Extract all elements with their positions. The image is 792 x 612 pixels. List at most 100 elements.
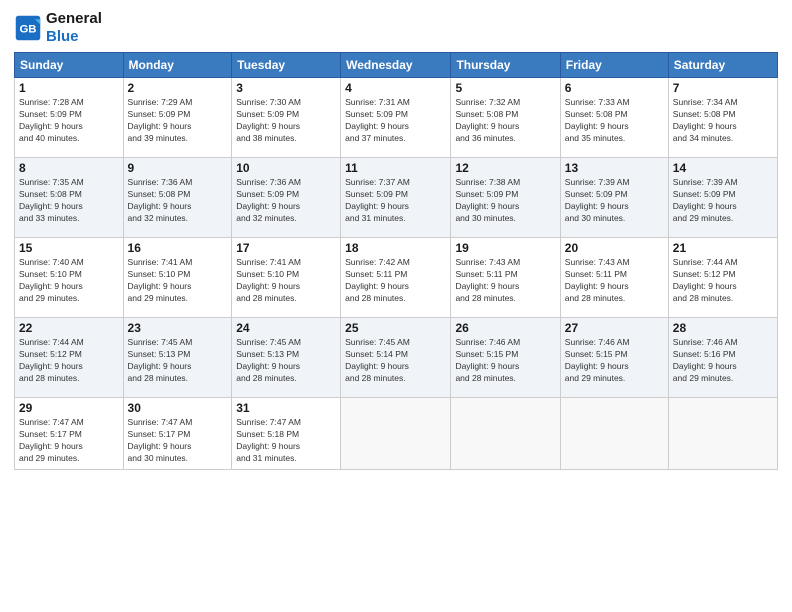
day-number: 25 (345, 321, 446, 335)
calendar-day-cell: 30 Sunrise: 7:47 AM Sunset: 5:17 PM Dayli… (123, 398, 232, 470)
calendar-week-row: 1 Sunrise: 7:28 AM Sunset: 5:09 PM Daylig… (15, 78, 778, 158)
day-info: Sunrise: 7:44 AM Sunset: 5:12 PM Dayligh… (673, 257, 773, 305)
day-number: 9 (128, 161, 228, 175)
calendar-day-cell: 18 Sunrise: 7:42 AM Sunset: 5:11 PM Dayli… (341, 238, 451, 318)
calendar-week-row: 29Sunrise: 7:47 AM Sunset: 5:17 PM Dayli… (15, 398, 778, 470)
calendar-day-cell: 10 Sunrise: 7:36 AM Sunset: 5:09 PM Dayli… (232, 158, 341, 238)
day-info: Sunrise: 7:47 AM Sunset: 5:17 PM Dayligh… (19, 417, 119, 465)
day-number: 2 (128, 81, 228, 95)
day-info: Sunrise: 7:42 AM Sunset: 5:11 PM Dayligh… (345, 257, 446, 305)
calendar-day-cell: 16 Sunrise: 7:41 AM Sunset: 5:10 PM Dayli… (123, 238, 232, 318)
day-number: 1 (19, 81, 119, 95)
calendar-day-cell: 28 Sunrise: 7:46 AM Sunset: 5:16 PM Dayli… (668, 318, 777, 398)
calendar-day-cell: 26 Sunrise: 7:46 AM Sunset: 5:15 PM Dayli… (451, 318, 560, 398)
day-info: Sunrise: 7:46 AM Sunset: 5:15 PM Dayligh… (455, 337, 555, 385)
weekday-header-sunday: Sunday (15, 53, 124, 78)
day-number: 3 (236, 81, 336, 95)
calendar-day-cell: 7Sunrise: 7:34 AM Sunset: 5:08 PM Daylig… (668, 78, 777, 158)
calendar-week-row: 15Sunrise: 7:40 AM Sunset: 5:10 PM Dayli… (15, 238, 778, 318)
calendar-day-cell: 29Sunrise: 7:47 AM Sunset: 5:17 PM Dayli… (15, 398, 124, 470)
calendar-day-cell: 11Sunrise: 7:37 AM Sunset: 5:09 PM Dayli… (341, 158, 451, 238)
day-info: Sunrise: 7:44 AM Sunset: 5:12 PM Dayligh… (19, 337, 119, 385)
day-number: 19 (455, 241, 555, 255)
logo: GB General Blue (14, 10, 102, 46)
calendar-day-cell: 17 Sunrise: 7:41 AM Sunset: 5:10 PM Dayli… (232, 238, 341, 318)
day-number: 14 (673, 161, 773, 175)
weekday-header-wednesday: Wednesday (341, 53, 451, 78)
logo-icon: GB (14, 14, 42, 42)
day-info: Sunrise: 7:45 AM Sunset: 5:13 PM Dayligh… (128, 337, 228, 385)
calendar-day-cell (560, 398, 668, 470)
calendar-week-row: 8 Sunrise: 7:35 AM Sunset: 5:08 PM Daylig… (15, 158, 778, 238)
day-number: 22 (19, 321, 119, 335)
day-info: Sunrise: 7:47 AM Sunset: 5:17 PM Dayligh… (128, 417, 228, 465)
day-number: 10 (236, 161, 336, 175)
day-number: 23 (128, 321, 228, 335)
calendar-day-cell: 20 Sunrise: 7:43 AM Sunset: 5:11 PM Dayli… (560, 238, 668, 318)
calendar-day-cell: 5 Sunrise: 7:32 AM Sunset: 5:08 PM Daylig… (451, 78, 560, 158)
calendar-day-cell: 19Sunrise: 7:43 AM Sunset: 5:11 PM Dayli… (451, 238, 560, 318)
day-info: Sunrise: 7:29 AM Sunset: 5:09 PM Dayligh… (128, 97, 228, 145)
day-number: 17 (236, 241, 336, 255)
calendar-day-cell: 3Sunrise: 7:30 AM Sunset: 5:09 PM Daylig… (232, 78, 341, 158)
day-info: Sunrise: 7:41 AM Sunset: 5:10 PM Dayligh… (128, 257, 228, 305)
day-number: 26 (455, 321, 555, 335)
calendar-day-cell: 27 Sunrise: 7:46 AM Sunset: 5:15 PM Dayli… (560, 318, 668, 398)
day-number: 8 (19, 161, 119, 175)
day-number: 20 (565, 241, 664, 255)
day-number: 28 (673, 321, 773, 335)
calendar-day-cell: 8 Sunrise: 7:35 AM Sunset: 5:08 PM Daylig… (15, 158, 124, 238)
day-info: Sunrise: 7:46 AM Sunset: 5:16 PM Dayligh… (673, 337, 773, 385)
day-number: 16 (128, 241, 228, 255)
day-number: 21 (673, 241, 773, 255)
page-header: GB General Blue (14, 10, 778, 46)
calendar-day-cell: 22 Sunrise: 7:44 AM Sunset: 5:12 PM Dayli… (15, 318, 124, 398)
calendar-day-cell (451, 398, 560, 470)
day-info: Sunrise: 7:32 AM Sunset: 5:08 PM Dayligh… (455, 97, 555, 145)
day-number: 5 (455, 81, 555, 95)
day-info: Sunrise: 7:35 AM Sunset: 5:08 PM Dayligh… (19, 177, 119, 225)
day-number: 4 (345, 81, 446, 95)
day-number: 18 (345, 241, 446, 255)
day-info: Sunrise: 7:47 AM Sunset: 5:18 PM Dayligh… (236, 417, 336, 465)
calendar-day-cell: 2 Sunrise: 7:29 AM Sunset: 5:09 PM Daylig… (123, 78, 232, 158)
day-info: Sunrise: 7:45 AM Sunset: 5:13 PM Dayligh… (236, 337, 336, 385)
weekday-header-friday: Friday (560, 53, 668, 78)
day-info: Sunrise: 7:31 AM Sunset: 5:09 PM Dayligh… (345, 97, 446, 145)
day-number: 12 (455, 161, 555, 175)
day-info: Sunrise: 7:40 AM Sunset: 5:10 PM Dayligh… (19, 257, 119, 305)
day-info: Sunrise: 7:36 AM Sunset: 5:08 PM Dayligh… (128, 177, 228, 225)
day-info: Sunrise: 7:41 AM Sunset: 5:10 PM Dayligh… (236, 257, 336, 305)
calendar-day-cell: 15Sunrise: 7:40 AM Sunset: 5:10 PM Dayli… (15, 238, 124, 318)
calendar-day-cell: 13Sunrise: 7:39 AM Sunset: 5:09 PM Dayli… (560, 158, 668, 238)
calendar-day-cell: 25 Sunrise: 7:45 AM Sunset: 5:14 PM Dayli… (341, 318, 451, 398)
calendar-day-cell: 21 Sunrise: 7:44 AM Sunset: 5:12 PM Dayli… (668, 238, 777, 318)
day-number: 7 (673, 81, 773, 95)
day-info: Sunrise: 7:39 AM Sunset: 5:09 PM Dayligh… (673, 177, 773, 225)
day-info: Sunrise: 7:43 AM Sunset: 5:11 PM Dayligh… (565, 257, 664, 305)
calendar-day-cell: 1 Sunrise: 7:28 AM Sunset: 5:09 PM Daylig… (15, 78, 124, 158)
day-info: Sunrise: 7:46 AM Sunset: 5:15 PM Dayligh… (565, 337, 664, 385)
day-info: Sunrise: 7:37 AM Sunset: 5:09 PM Dayligh… (345, 177, 446, 225)
day-info: Sunrise: 7:33 AM Sunset: 5:08 PM Dayligh… (565, 97, 664, 145)
calendar-week-row: 22 Sunrise: 7:44 AM Sunset: 5:12 PM Dayli… (15, 318, 778, 398)
calendar-day-cell: 9 Sunrise: 7:36 AM Sunset: 5:08 PM Daylig… (123, 158, 232, 238)
weekday-header-monday: Monday (123, 53, 232, 78)
calendar-day-cell: 23 Sunrise: 7:45 AM Sunset: 5:13 PM Dayli… (123, 318, 232, 398)
logo-blue: Blue (46, 28, 79, 45)
day-number: 30 (128, 401, 228, 415)
day-info: Sunrise: 7:36 AM Sunset: 5:09 PM Dayligh… (236, 177, 336, 225)
day-number: 24 (236, 321, 336, 335)
day-number: 31 (236, 401, 336, 415)
day-info: Sunrise: 7:28 AM Sunset: 5:09 PM Dayligh… (19, 97, 119, 145)
weekday-header-saturday: Saturday (668, 53, 777, 78)
day-number: 6 (565, 81, 664, 95)
day-number: 13 (565, 161, 664, 175)
calendar-day-cell (341, 398, 451, 470)
calendar-day-cell: 6 Sunrise: 7:33 AM Sunset: 5:08 PM Daylig… (560, 78, 668, 158)
day-info: Sunrise: 7:45 AM Sunset: 5:14 PM Dayligh… (345, 337, 446, 385)
calendar-day-cell: 4 Sunrise: 7:31 AM Sunset: 5:09 PM Daylig… (341, 78, 451, 158)
svg-text:GB: GB (19, 23, 36, 35)
day-number: 27 (565, 321, 664, 335)
weekday-header-tuesday: Tuesday (232, 53, 341, 78)
